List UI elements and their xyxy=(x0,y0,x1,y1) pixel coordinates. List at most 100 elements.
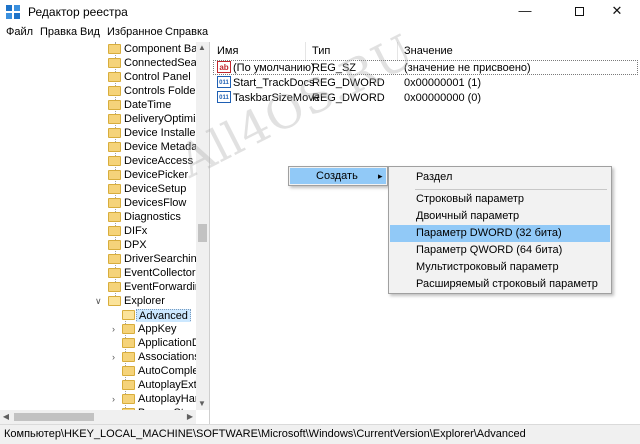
folder-icon xyxy=(108,198,121,208)
folder-icon xyxy=(122,352,135,362)
value-data: (значение не присвоено) xyxy=(404,62,531,74)
scroll-up-icon[interactable]: ▲ xyxy=(196,42,208,54)
menu-help[interactable]: Справка xyxy=(165,26,208,38)
tree-item[interactable]: DeviceAccess xyxy=(0,154,196,168)
menu-favorites[interactable]: Избранное xyxy=(107,26,163,38)
tree-item-label: DIFx xyxy=(124,225,148,237)
submenu-item-qword[interactable]: Параметр QWORD (64 бита) xyxy=(390,242,610,259)
context-menu: Создать ▸ xyxy=(288,166,388,186)
tree-item-label: ConnectedSearch xyxy=(124,57,196,69)
tree-item-label: Advanced xyxy=(136,309,191,322)
folder-icon xyxy=(108,184,121,194)
tree-item-label: DeviceSetup xyxy=(124,183,187,195)
chevron-right-icon[interactable]: › xyxy=(112,322,115,336)
scroll-right-icon[interactable]: ▶ xyxy=(184,411,196,423)
tree-item-label: DevicePicker xyxy=(124,169,189,181)
tree-item[interactable]: DevicesFlow xyxy=(0,196,196,210)
chevron-right-icon[interactable]: › xyxy=(112,350,115,364)
folder-icon xyxy=(108,226,121,236)
tree-item[interactable]: Device Metadata xyxy=(0,140,196,154)
folder-icon xyxy=(108,170,121,180)
key-path: Компьютер\HKEY_LOCAL_MACHINE\SOFTWARE\Mi… xyxy=(4,428,526,440)
tree-item-label: AutoplayHand xyxy=(138,393,196,405)
tree-item[interactable]: EventCollector xyxy=(0,266,196,280)
window-title: Редактор реестра xyxy=(28,5,128,19)
tree-item[interactable]: › Associations xyxy=(0,350,196,364)
tree-item[interactable]: DevicePicker xyxy=(0,168,196,182)
minimize-button[interactable]: — xyxy=(502,0,548,24)
folder-icon xyxy=(108,156,121,166)
tree-item-label: Component Base xyxy=(124,43,196,55)
tree-item[interactable]: ApplicationDe xyxy=(0,336,196,350)
folder-open-icon xyxy=(122,310,135,320)
chevron-down-icon[interactable]: ∨ xyxy=(95,294,102,308)
string-value-icon: ab xyxy=(217,61,231,73)
folder-icon xyxy=(108,142,121,152)
folder-icon xyxy=(108,114,121,124)
folder-icon xyxy=(108,72,121,82)
folder-icon xyxy=(122,394,135,404)
tree-item[interactable]: EventForwarding xyxy=(0,280,196,294)
folder-icon xyxy=(108,100,121,110)
scroll-left-icon[interactable]: ◀ xyxy=(0,411,12,423)
tree-item[interactable]: › AppKey xyxy=(0,322,196,336)
tree-item[interactable]: Diagnostics xyxy=(0,210,196,224)
tree-item-label: DateTime xyxy=(124,99,172,111)
tree-item-explorer[interactable]: ∨ Explorer xyxy=(0,294,196,308)
tree-item-label: AutoplayExter xyxy=(138,379,196,391)
folder-open-icon xyxy=(108,296,121,306)
folder-icon xyxy=(108,282,121,292)
registry-editor-icon xyxy=(6,5,20,19)
tree-item[interactable]: DeviceSetup xyxy=(0,182,196,196)
submenu-arrow-icon: ▸ xyxy=(378,171,383,181)
tree-item-label: ApplicationDe xyxy=(138,337,196,349)
tree-item-advanced[interactable]: Advanced xyxy=(0,308,196,322)
submenu-item-binary[interactable]: Двоичный параметр xyxy=(390,208,610,225)
tree-hscroll-thumb[interactable] xyxy=(14,413,94,421)
tree-vertical-scrollbar[interactable]: ▲ ▼ xyxy=(196,42,209,410)
menu-view[interactable]: Вид xyxy=(80,26,100,38)
menu-file[interactable]: Файл xyxy=(6,26,33,38)
tree-item-label: DriverSearching xyxy=(124,253,196,265)
tree-scroll-thumb[interactable] xyxy=(198,224,207,242)
tree-item[interactable]: DeliveryOptimizat xyxy=(0,112,196,126)
column-header-name[interactable]: Имя xyxy=(211,42,306,60)
folder-icon xyxy=(122,324,135,334)
tree-item[interactable]: Component Base xyxy=(0,42,196,56)
scroll-down-icon[interactable]: ▼ xyxy=(196,398,208,410)
title-bar: Редактор реестра — ✕ xyxy=(0,0,640,24)
folder-icon xyxy=(122,366,135,376)
tree-item[interactable]: DriverSearching xyxy=(0,252,196,266)
tree-item[interactable]: AutoplayExter xyxy=(0,378,196,392)
registry-tree[interactable]: Component Base ConnectedSearch Control P… xyxy=(0,42,210,424)
submenu-item-multistring[interactable]: Мультистроковый параметр xyxy=(390,259,610,276)
menu-bar: Файл Правка Вид Избранное Справка xyxy=(0,24,640,42)
tree-item-label: DevicesFlow xyxy=(124,197,187,209)
menu-item-create[interactable]: Создать ▸ xyxy=(290,168,386,184)
menu-edit[interactable]: Правка xyxy=(40,26,77,38)
column-header-value[interactable]: Значение xyxy=(398,42,640,60)
tree-item[interactable]: Device Installer xyxy=(0,126,196,140)
submenu-item-dword[interactable]: Параметр DWORD (32 бита) xyxy=(390,225,610,242)
tree-item[interactable]: DIFx xyxy=(0,224,196,238)
submenu-item-key[interactable]: Раздел xyxy=(390,169,610,186)
folder-icon xyxy=(108,212,121,222)
tree-item[interactable]: DateTime xyxy=(0,98,196,112)
tree-horizontal-scrollbar[interactable]: ◀ ▶ xyxy=(0,410,196,424)
submenu-item-expandable-string[interactable]: Расширяемый строковый параметр xyxy=(390,276,610,293)
close-button[interactable]: ✕ xyxy=(594,0,640,24)
tree-item[interactable]: Control Panel xyxy=(0,70,196,84)
tree-item[interactable]: Controls Folder xyxy=(0,84,196,98)
folder-icon xyxy=(108,44,121,54)
tree-item-label: AppKey xyxy=(138,323,177,335)
folder-icon xyxy=(108,254,121,264)
submenu-item-string[interactable]: Строковый параметр xyxy=(390,191,610,208)
tree-item-label: Controls Folder xyxy=(124,85,196,97)
tree-item[interactable]: DPX xyxy=(0,238,196,252)
tree-item[interactable]: › AutoplayHand xyxy=(0,392,196,406)
tree-item[interactable]: ConnectedSearch xyxy=(0,56,196,70)
chevron-right-icon[interactable]: › xyxy=(112,392,115,406)
tree-item[interactable]: AutoComplet xyxy=(0,364,196,378)
maximize-icon xyxy=(574,7,584,16)
tree-item-label: Diagnostics xyxy=(124,211,181,223)
